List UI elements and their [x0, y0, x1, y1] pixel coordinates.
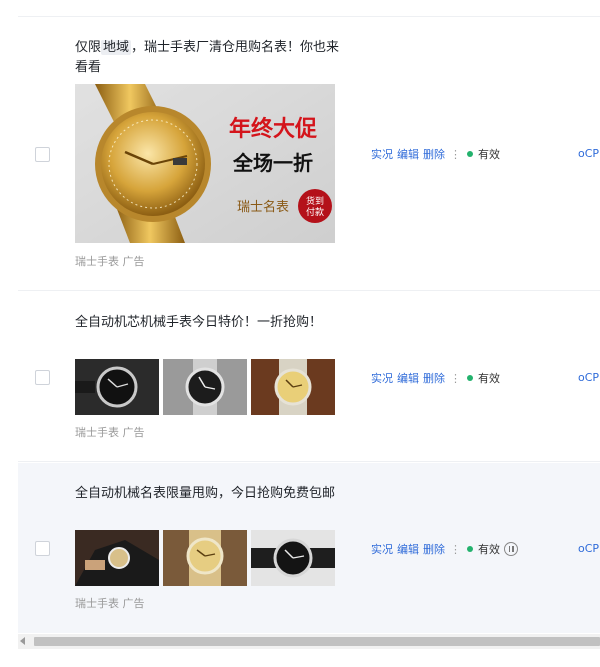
edit-link[interactable]: 编辑	[397, 370, 419, 386]
delete-link[interactable]: 删除	[423, 541, 445, 557]
edit-link[interactable]: 编辑	[397, 541, 419, 557]
row-actions: 实况 编辑 删除 ⋮ 有效	[371, 541, 518, 557]
scroll-left-icon[interactable]	[20, 637, 25, 645]
ad-thumbnails	[75, 359, 335, 415]
status-dot-icon	[467, 546, 473, 552]
status-badge: 有效	[467, 541, 518, 557]
watch-thumbnail[interactable]	[75, 359, 159, 415]
svg-text:付款: 付款	[306, 206, 324, 218]
more-icon[interactable]: ⋮	[450, 148, 461, 161]
ad-title: 全自动机芯机械手表今日特价！一折抢购！	[75, 315, 323, 330]
row-checkbox[interactable]	[35, 541, 50, 556]
live-link[interactable]: 实况	[371, 146, 393, 162]
pause-icon[interactable]	[504, 542, 518, 556]
status-dot-icon	[467, 151, 473, 157]
row-actions: 实况 编辑 删除 ⋮ 有效	[371, 146, 500, 162]
more-icon[interactable]: ⋮	[450, 372, 461, 385]
ad-caption: 瑞士手表 广告	[75, 426, 145, 439]
watch-thumbnail[interactable]	[251, 359, 335, 415]
ad-title: 仅限 地域 ，瑞士手表厂清仓甩购名表！你也来看看	[75, 38, 343, 78]
row-actions: 实况 编辑 删除 ⋮ 有效	[371, 370, 500, 386]
ad-thumbnails	[75, 530, 335, 586]
ad-creative-image[interactable]: 年终大促 全场一折 瑞士名表 货到 付款	[75, 84, 335, 243]
ad-caption: 瑞士手表 广告	[75, 597, 145, 610]
live-link[interactable]: 实况	[371, 541, 393, 557]
bid-type-link[interactable]: oCP	[578, 147, 599, 160]
table-row: 仅限 地域 ，瑞士手表厂清仓甩购名表！你也来看看 年终大促 全场一折 瑞士名表 …	[18, 17, 600, 291]
row-checkbox[interactable]	[35, 370, 50, 385]
ad-title: 全自动机械名表限量甩购，今日抢购免费包邮	[75, 486, 336, 501]
creative-brand: 瑞士名表	[237, 199, 289, 215]
table-row: 全自动机械名表限量甩购，今日抢购免费包邮 瑞士手表 广告 实况 编辑 删除 ⋮ …	[18, 463, 600, 633]
status-badge: 有效	[467, 370, 500, 386]
watch-thumbnail[interactable]	[75, 530, 159, 586]
delete-link[interactable]: 删除	[423, 146, 445, 162]
status-badge: 有效	[467, 146, 500, 162]
status-text: 有效	[478, 543, 500, 556]
status-text: 有效	[478, 148, 500, 161]
row-checkbox[interactable]	[35, 147, 50, 162]
live-link[interactable]: 实况	[371, 370, 393, 386]
watch-thumbnail[interactable]	[163, 359, 247, 415]
region-keyword-tag[interactable]: 地域	[101, 40, 132, 55]
title-prefix: 仅限	[75, 40, 102, 55]
table-row: 全自动机芯机械手表今日特价！一折抢购！ 瑞士手表 广告 实况 编辑 删除 ⋮ 有…	[18, 292, 600, 462]
svg-text:货到: 货到	[306, 195, 324, 207]
horizontal-scrollbar[interactable]	[18, 634, 600, 649]
bid-type-link[interactable]: oCP	[578, 371, 599, 384]
delete-link[interactable]: 删除	[423, 370, 445, 386]
status-text: 有效	[478, 372, 500, 385]
watch-thumbnail[interactable]	[163, 530, 247, 586]
watch-thumbnail[interactable]	[251, 530, 335, 586]
more-icon[interactable]: ⋮	[450, 543, 461, 556]
ad-caption: 瑞士手表 广告	[75, 255, 145, 268]
edit-link[interactable]: 编辑	[397, 146, 419, 162]
creative-headline-2: 全场一折	[232, 151, 313, 175]
scrollbar-thumb[interactable]	[34, 637, 600, 646]
bid-type-link[interactable]: oCP	[578, 542, 599, 555]
status-dot-icon	[467, 375, 473, 381]
creative-headline-1: 年终大促	[229, 116, 317, 142]
